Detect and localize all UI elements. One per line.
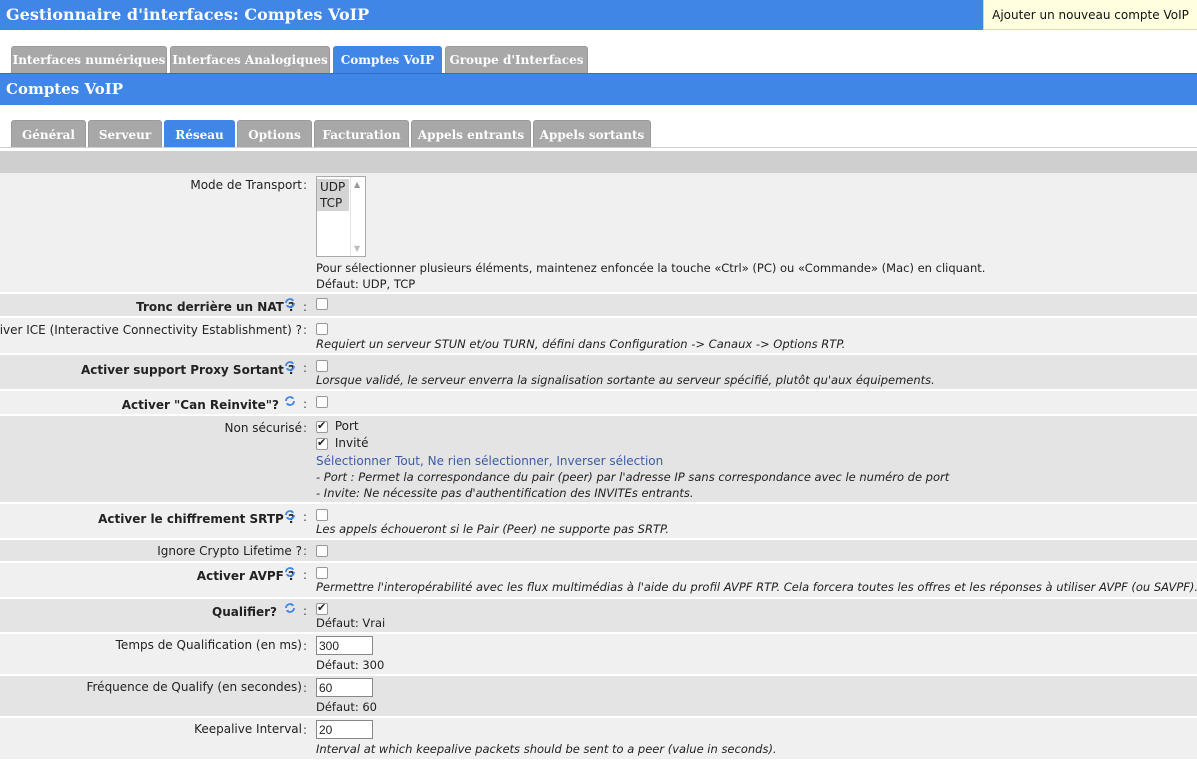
crypto-label: Ignore Crypto Lifetime ? — [157, 544, 302, 558]
row-qualify-time: Temps de Qualification (en ms) : Défaut:… — [0, 634, 1197, 675]
refresh-icon[interactable] — [283, 359, 297, 373]
ice-label: Activer ICE (Interactive Connectivity Es… — [0, 323, 302, 337]
qualify-time-input[interactable] — [316, 636, 373, 655]
colon: : — [303, 681, 308, 695]
colon: : — [303, 568, 308, 582]
keepalive-input[interactable] — [316, 720, 373, 739]
tab-incoming-calls[interactable]: Appels entrants — [411, 120, 531, 148]
row-avpf: Activer AVPF ? : Permettre l'interopérab… — [0, 563, 1197, 598]
port-checkbox[interactable] — [316, 419, 328, 433]
proxy-help: Lorsque validé, le serveur enverra la si… — [316, 373, 935, 387]
colon: : — [303, 397, 308, 411]
scroll-down-icon[interactable]: ▼ — [354, 244, 360, 253]
colon: : — [303, 300, 308, 314]
row-qualify-freq: Fréquence de Qualify (en secondes) : Déf… — [0, 676, 1197, 717]
colon: : — [303, 723, 308, 737]
section-bar: Comptes VoIP — [0, 73, 1197, 105]
transport-select[interactable]: UDP TCP ▲ ▼ — [316, 176, 366, 257]
scroll-up-icon[interactable]: ▲ — [354, 180, 360, 189]
form-header-strip — [0, 151, 1197, 173]
row-crypto: Ignore Crypto Lifetime ? : — [0, 540, 1197, 562]
transport-option-udp[interactable]: UDP — [317, 179, 349, 195]
page-title: Gestionnaire d'interfaces: Comptes VoIP — [6, 5, 370, 24]
tab-general[interactable]: Général — [11, 120, 86, 148]
row-qualify: Qualifier? : Défaut: Vrai — [0, 599, 1197, 633]
transport-help: Pour sélectionner plusieurs éléments, ma… — [316, 261, 986, 275]
qualify-default: Défaut: Vrai — [316, 616, 386, 630]
insecure-label: Non sécurisé — [224, 421, 302, 435]
tab-network[interactable]: Réseau — [164, 120, 235, 148]
qualify-time-label: Temps de Qualification (en ms) — [115, 638, 302, 652]
refresh-icon[interactable] — [283, 565, 297, 579]
tab-digital-interfaces[interactable]: Interfaces numériques — [11, 46, 167, 73]
transport-default: Défaut: UDP, TCP — [316, 277, 416, 291]
row-proxy: Activer support Proxy Sortant ? : Lorsqu… — [0, 355, 1197, 390]
tab-interface-groups[interactable]: Groupe d'Interfaces — [445, 46, 588, 73]
reinvite-checkbox[interactable] — [316, 395, 328, 408]
avpf-checkbox[interactable] — [316, 566, 328, 579]
qualify-label: Qualifier? — [212, 605, 277, 619]
tab-options[interactable]: Options — [237, 120, 312, 148]
colon: : — [303, 510, 308, 524]
colon: : — [303, 604, 308, 618]
ice-checkbox[interactable] — [316, 322, 328, 335]
refresh-icon[interactable] — [283, 394, 297, 408]
tab-server[interactable]: Serveur — [88, 120, 162, 148]
reinvite-label: Activer "Can Reinvite"? — [121, 398, 279, 412]
tab-analog-interfaces[interactable]: Interfaces Analogiques — [170, 46, 330, 73]
qualify-freq-default: Défaut: 60 — [316, 700, 377, 714]
colon: : — [303, 178, 308, 192]
qualify-freq-input[interactable] — [316, 678, 373, 697]
tab-billing[interactable]: Facturation — [314, 120, 409, 148]
row-insecure: Non sécurisé : Port Invité Sélectionner … — [0, 416, 1197, 503]
section-title: Comptes VoIP — [6, 80, 124, 98]
invite-label: Invité — [334, 436, 369, 450]
srtp-checkbox[interactable] — [316, 508, 328, 521]
ice-help: Requiert un serveur STUN et/ou TURN, déf… — [316, 337, 846, 351]
port-label: Port — [334, 419, 359, 433]
insecure-help-port: - Port : Permet la correspondance du pai… — [316, 470, 950, 484]
row-srtp: Activer le chiffrement SRTP ? : Les appe… — [0, 504, 1197, 539]
transport-option-tcp[interactable]: TCP — [317, 195, 349, 211]
proxy-checkbox[interactable] — [316, 359, 328, 372]
nat-label: Tronc derrière un NAT ? — [136, 300, 295, 314]
refresh-icon[interactable] — [283, 296, 297, 310]
row-transport: Mode de Transport : Pour sélectionner pl… — [0, 173, 1197, 293]
refresh-icon[interactable] — [283, 601, 297, 615]
avpf-help: Permettre l'interopérabilité avec les fl… — [316, 580, 1197, 594]
colon: : — [303, 361, 308, 375]
qualify-time-default: Défaut: 300 — [316, 658, 385, 672]
invert-selection-link[interactable]: Inverser sélection — [556, 454, 663, 468]
refresh-icon[interactable] — [283, 508, 297, 522]
srtp-help: Les appels échoueront si le Pair (Peer) … — [316, 522, 669, 536]
srtp-label: Activer le chiffrement SRTP ? — [98, 512, 295, 526]
row-ice: Activer ICE (Interactive Connectivity Es… — [0, 318, 1197, 354]
row-nat: Tronc derrière un NAT ? : — [0, 294, 1197, 317]
qualify-freq-label: Fréquence de Qualify (en secondes) — [86, 680, 302, 694]
keepalive-help: Interval at which keepalive packets shou… — [316, 742, 777, 756]
colon: : — [303, 544, 308, 558]
row-keepalive: Keepalive Interval : Interval at which k… — [0, 718, 1197, 760]
select-none-link[interactable]: Ne rien sélectionner — [428, 454, 549, 468]
invite-checkbox[interactable] — [316, 436, 328, 450]
nat-checkbox[interactable] — [316, 297, 328, 310]
listbox-scrollbar[interactable]: ▲ ▼ — [350, 177, 365, 256]
colon: : — [303, 421, 308, 435]
avpf-label: Activer AVPF ? — [196, 569, 295, 583]
add-voip-account-button[interactable]: Ajouter un nouveau compte VoIP — [983, 0, 1197, 30]
tab-divider — [0, 147, 1197, 148]
crypto-checkbox[interactable] — [316, 544, 328, 557]
row-reinvite: Activer "Can Reinvite"? : — [0, 391, 1197, 415]
transport-label: Mode de Transport — [190, 178, 302, 192]
colon: : — [303, 323, 308, 337]
tab-outgoing-calls[interactable]: Appels sortants — [533, 120, 651, 148]
insecure-help-invite: - Invite: Ne nécessite pas d'authentific… — [316, 486, 694, 500]
separator: , — [419, 454, 428, 468]
select-all-link[interactable]: Sélectionner Tout — [316, 454, 420, 468]
keepalive-label: Keepalive Interval — [194, 722, 302, 736]
qualify-checkbox[interactable] — [316, 601, 328, 615]
tab-voip-accounts[interactable]: Comptes VoIP — [333, 46, 442, 73]
colon: : — [303, 639, 308, 653]
proxy-label: Activer support Proxy Sortant ? — [80, 363, 295, 377]
